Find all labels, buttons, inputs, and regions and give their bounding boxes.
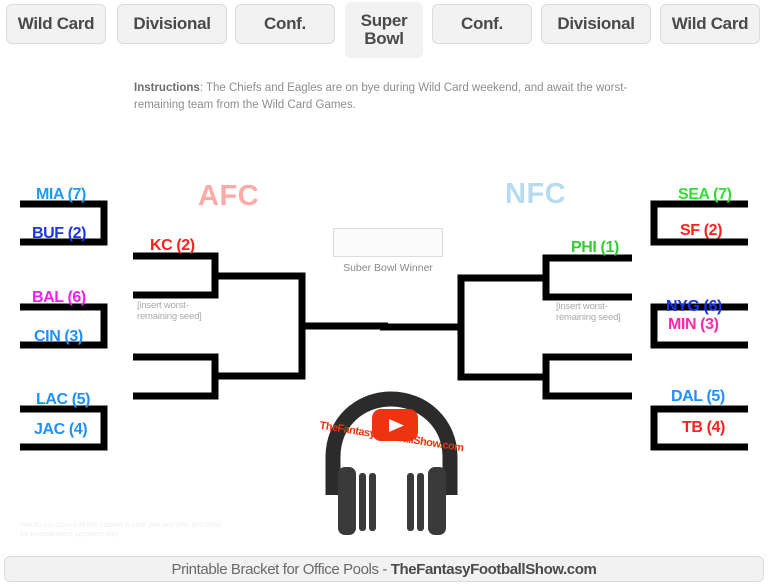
team-label-kc[interactable]: KC (2) bbox=[150, 237, 195, 255]
team-label-lac[interactable]: LAC (5) bbox=[36, 391, 90, 409]
round-tab-wildcard-right[interactable]: Wild Card bbox=[660, 4, 760, 44]
round-tab-label-line2: Bowl bbox=[364, 29, 404, 48]
fantasy-football-show-logo[interactable]: TheFantasyFootballShow.com bbox=[309, 383, 474, 543]
superbowl-winner-box[interactable] bbox=[333, 228, 443, 257]
round-tab-label: Wild Card bbox=[671, 14, 749, 34]
footer-text: Printable Bracket for Office Pools - The… bbox=[172, 561, 597, 578]
team-label-mia[interactable]: MIA (7) bbox=[36, 186, 86, 204]
afc-div-match-2 bbox=[133, 353, 219, 400]
instructions-body: : The Chiefs and Eagles are on bye durin… bbox=[134, 82, 628, 111]
footer-brand: TheFantasyFootballShow.com bbox=[390, 560, 597, 578]
headphone-cup-left bbox=[338, 467, 356, 535]
round-tab-label: Conf. bbox=[264, 14, 306, 34]
team-label-jac[interactable]: JAC (4) bbox=[34, 421, 88, 439]
round-tab-label: Divisional bbox=[557, 14, 635, 34]
team-label-dal[interactable]: DAL (5) bbox=[671, 388, 725, 406]
team-label-buf[interactable]: BUF (2) bbox=[32, 225, 86, 243]
round-tab-divisional-left[interactable]: Divisional bbox=[117, 4, 227, 44]
round-tabs-bar: Wild Card Divisional Conf. Super Bowl Co… bbox=[0, 0, 768, 58]
team-label-phi[interactable]: PHI (1) bbox=[571, 239, 619, 257]
round-tab-label-line1: Super bbox=[360, 11, 408, 31]
team-label-sf[interactable]: SF (2) bbox=[680, 222, 722, 240]
instructions-label: Instructions bbox=[134, 82, 200, 94]
footer-bar[interactable]: Printable Bracket for Office Pools - The… bbox=[4, 556, 764, 582]
disclaimer-line-2: for entertainment purposes only bbox=[20, 531, 119, 539]
round-tab-conference-right[interactable]: Conf. bbox=[432, 4, 532, 44]
team-label-bal[interactable]: BAL (6) bbox=[32, 289, 86, 307]
nfc-div-match-2 bbox=[542, 353, 632, 400]
afc-div-match-1 bbox=[133, 252, 219, 299]
conference-heading-afc: AFC bbox=[198, 180, 260, 212]
round-tab-label: Conf. bbox=[461, 14, 503, 34]
nfc-seed-note: [insert worst-remaining seed] bbox=[556, 301, 621, 323]
team-label-nyg[interactable]: NYG (6) bbox=[666, 298, 722, 316]
nfc-div-match-1 bbox=[542, 254, 632, 301]
round-tab-divisional-right[interactable]: Divisional bbox=[541, 4, 651, 44]
team-label-sea[interactable]: SEA (7) bbox=[678, 186, 732, 204]
headphones-icon bbox=[317, 383, 466, 542]
team-label-tb[interactable]: TB (4) bbox=[682, 419, 725, 437]
instructions-text: Instructions: The Chiefs and Eagles are … bbox=[134, 80, 634, 113]
bracket-page: Wild Card Divisional Conf. Super Bowl Co… bbox=[0, 0, 768, 585]
disclaimer-line-1: *we do not claim that this bracket is er… bbox=[20, 522, 222, 529]
nfc-conf-connector bbox=[457, 274, 546, 381]
team-label-cin[interactable]: CIN (3) bbox=[34, 328, 83, 346]
afc-conf-connector bbox=[215, 272, 306, 380]
superbowl-winner-label: Suber Bowl Winner bbox=[343, 262, 433, 274]
disclaimer-text: *we do not claim that this bracket is er… bbox=[20, 521, 270, 540]
round-tab-conference-left[interactable]: Conf. bbox=[235, 4, 335, 44]
team-label-min[interactable]: MIN (3) bbox=[668, 316, 719, 334]
headphone-cup-right bbox=[428, 467, 446, 535]
round-tab-label: Wild Card bbox=[17, 14, 95, 34]
conference-heading-nfc: NFC bbox=[505, 178, 567, 210]
footer-prefix: Printable Bracket for Office Pools - bbox=[171, 560, 391, 578]
round-tab-label: Divisional bbox=[133, 14, 211, 34]
afc-seed-note: [insert worst-remaining seed] bbox=[137, 300, 202, 322]
round-tab-superbowl[interactable]: Super Bowl bbox=[345, 2, 423, 58]
round-tab-wildcard-left[interactable]: Wild Card bbox=[6, 4, 106, 44]
